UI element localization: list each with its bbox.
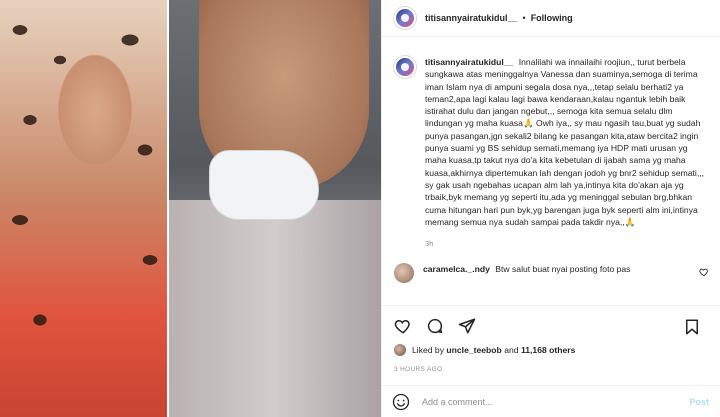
man-shirt [169,200,381,417]
heart-icon [394,319,410,334]
comment-button[interactable] [424,315,446,337]
send-icon [458,318,476,333]
add-comment-bar: Post [382,385,720,417]
share-button[interactable] [456,315,478,337]
comments-section[interactable]: titisannyairatukidul__ Innalilahi wa inn… [382,38,720,305]
post-side-panel: titisannyairatukidul__ • Following titis… [381,0,720,417]
save-button[interactable] [681,316,703,338]
comment-text: Btw salut buat nyai posting foto pas [495,264,631,275]
caption-time: 3h [425,239,434,249]
action-bar [382,305,720,345]
likes-summary: Liked by uncle_teebob and 11,168 others [394,344,575,356]
comment-icon [427,318,443,333]
face-mask [209,150,319,220]
author-username[interactable]: titisannyairatukidul__ [425,13,518,23]
photo-woman-hijab [0,0,167,417]
comment-item: caramelca._.ndy Btw salut buat nyai post… [394,263,711,284]
comment-body: caramelca._.ndy Btw salut buat nyai post… [423,263,678,283]
caption-body: titisannyairatukidul__ Innalilahi wa inn… [425,56,710,250]
caption-username[interactable]: titisannyairatukidul__ [425,57,513,67]
likes-user[interactable]: uncle_teebob [446,345,501,355]
post-comment-button[interactable]: Post [689,397,709,407]
post-image[interactable] [0,0,381,417]
following-button[interactable]: Following [531,13,573,23]
like-button[interactable] [392,315,414,337]
likes-connector: and [504,345,519,355]
author-avatar[interactable] [394,7,416,29]
commenter-avatar[interactable] [394,263,414,284]
liker-avatar[interactable] [394,344,406,356]
comment-username[interactable]: caramelca._.ndy [423,264,490,274]
bookmark-icon [686,319,698,335]
photo-man [169,0,381,417]
caption: titisannyairatukidul__ Innalilahi wa inn… [394,56,711,250]
caption-avatar[interactable] [394,56,416,78]
likes-prefix: Liked by [412,345,445,355]
caption-text: Innalilahi wa innailaihi roojiun,, turut… [425,57,704,227]
post-timestamp[interactable]: 3 HOURS AGO [394,366,442,373]
smiley-icon[interactable] [392,393,410,411]
follow-separator: • [522,13,526,23]
post-header: titisannyairatukidul__ • Following [382,0,720,37]
comment-input[interactable] [422,396,690,407]
likes-others[interactable]: 11,168 others [521,345,575,355]
comment-like-icon[interactable] [699,267,709,277]
leopard-print-scarf [0,0,167,417]
